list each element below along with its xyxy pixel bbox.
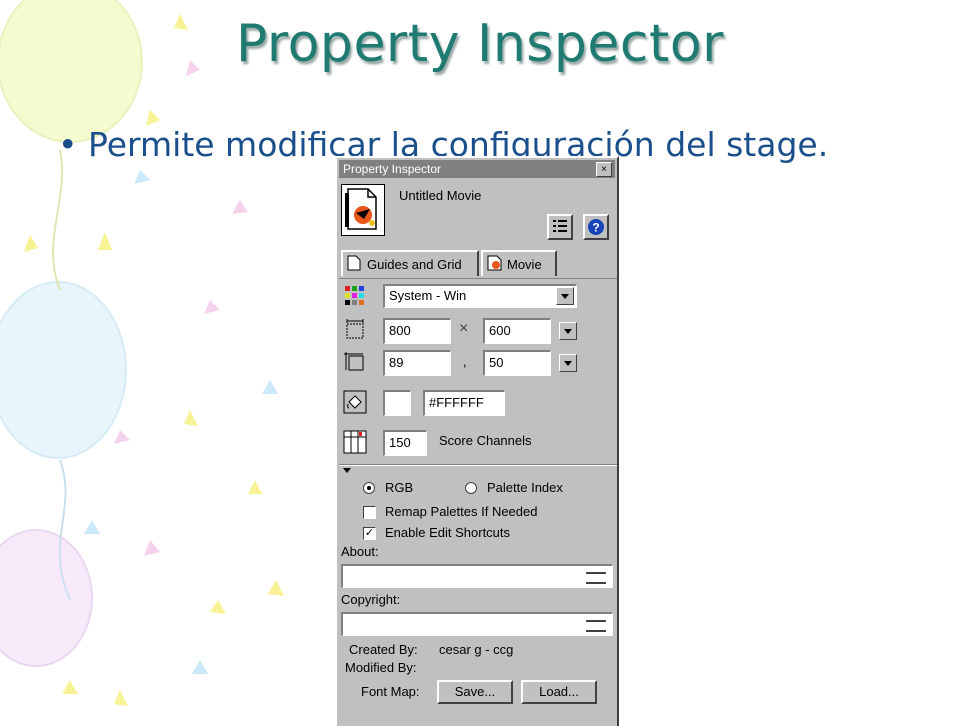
stage-height-field[interactable]: 600 xyxy=(483,318,551,344)
stage-width-field[interactable]: 800 xyxy=(383,318,451,344)
resize-grip-icon[interactable] xyxy=(586,620,606,632)
movie-icon xyxy=(487,255,502,271)
font-map-label: Font Map: xyxy=(361,684,420,699)
tab-movie[interactable]: Movie xyxy=(481,250,557,276)
save-button[interactable]: Save... xyxy=(437,680,513,704)
movie-document-icon xyxy=(345,188,377,230)
remap-palettes-checkbox[interactable] xyxy=(363,506,376,519)
rgb-label: RGB xyxy=(385,480,414,495)
modified-by-label: Modified By: xyxy=(345,660,417,675)
stage-left-field[interactable]: 89 xyxy=(383,350,451,376)
tab-guides-and-grid[interactable]: Guides and Grid xyxy=(341,250,479,276)
close-button[interactable]: × xyxy=(596,162,612,177)
page-icon xyxy=(347,255,361,271)
chevron-down-icon[interactable] xyxy=(556,287,574,305)
palette-select[interactable]: System - Win xyxy=(383,284,577,308)
stage-location-dropdown[interactable] xyxy=(559,354,577,372)
score-channels-label: Score Channels xyxy=(439,433,532,448)
created-by-label: Created By: xyxy=(349,642,418,657)
paint-bucket-icon xyxy=(343,390,367,414)
about-label: About: xyxy=(341,544,379,559)
stage-color-field[interactable]: #FFFFFF xyxy=(423,390,505,416)
movie-name: Untitled Movie xyxy=(399,188,482,203)
size-separator: × xyxy=(459,320,469,337)
edit-shortcuts-label: Enable Edit Shortcuts xyxy=(385,525,511,540)
about-field[interactable] xyxy=(341,564,613,588)
palette-index-label: Palette Index xyxy=(487,480,563,495)
copyright-label: Copyright: xyxy=(341,592,401,607)
stage-location-icon xyxy=(344,352,364,371)
stage-size-icon xyxy=(346,319,364,339)
slide-title: Property Inspector xyxy=(235,14,725,74)
copyright-field[interactable] xyxy=(341,612,613,636)
bullet-dot: • xyxy=(58,125,78,164)
tab-label: Guides and Grid xyxy=(367,257,462,272)
palette-index-radio[interactable] xyxy=(465,482,477,494)
rgb-radio[interactable] xyxy=(363,482,375,494)
palette-value: System - Win xyxy=(389,288,467,303)
movie-thumbnail xyxy=(341,184,385,236)
palette-grid-icon xyxy=(345,286,364,305)
property-inspector-window: Property Inspector × Untitled Movie ? Gu… xyxy=(335,156,619,726)
collapse-arrow-icon[interactable] xyxy=(343,468,351,473)
help-icon: ? xyxy=(588,219,604,235)
load-button[interactable]: Load... xyxy=(521,680,597,704)
stage-top-field[interactable]: 50 xyxy=(483,350,551,376)
list-view-button[interactable] xyxy=(547,214,573,240)
stage-color-swatch[interactable] xyxy=(383,390,411,416)
section-divider xyxy=(339,464,617,466)
list-icon xyxy=(553,220,567,232)
remap-palettes-label: Remap Palettes If Needed xyxy=(385,504,538,519)
stage-size-dropdown[interactable] xyxy=(559,322,577,340)
edit-shortcuts-checkbox[interactable]: ✓ xyxy=(363,527,376,540)
window-title: Property Inspector xyxy=(343,162,442,176)
score-channels-icon xyxy=(343,430,367,454)
svg-text:?: ? xyxy=(592,221,599,235)
inspector-tabs: Guides and Grid Movie xyxy=(339,250,617,279)
created-by-value: cesar g - ccg xyxy=(439,642,514,657)
tab-label: Movie xyxy=(507,257,542,272)
window-titlebar[interactable]: Property Inspector × xyxy=(339,160,615,178)
resize-grip-icon[interactable] xyxy=(586,572,606,584)
help-button[interactable]: ? xyxy=(583,214,609,240)
location-separator: , xyxy=(463,354,467,369)
score-channels-field[interactable]: 150 xyxy=(383,430,427,456)
